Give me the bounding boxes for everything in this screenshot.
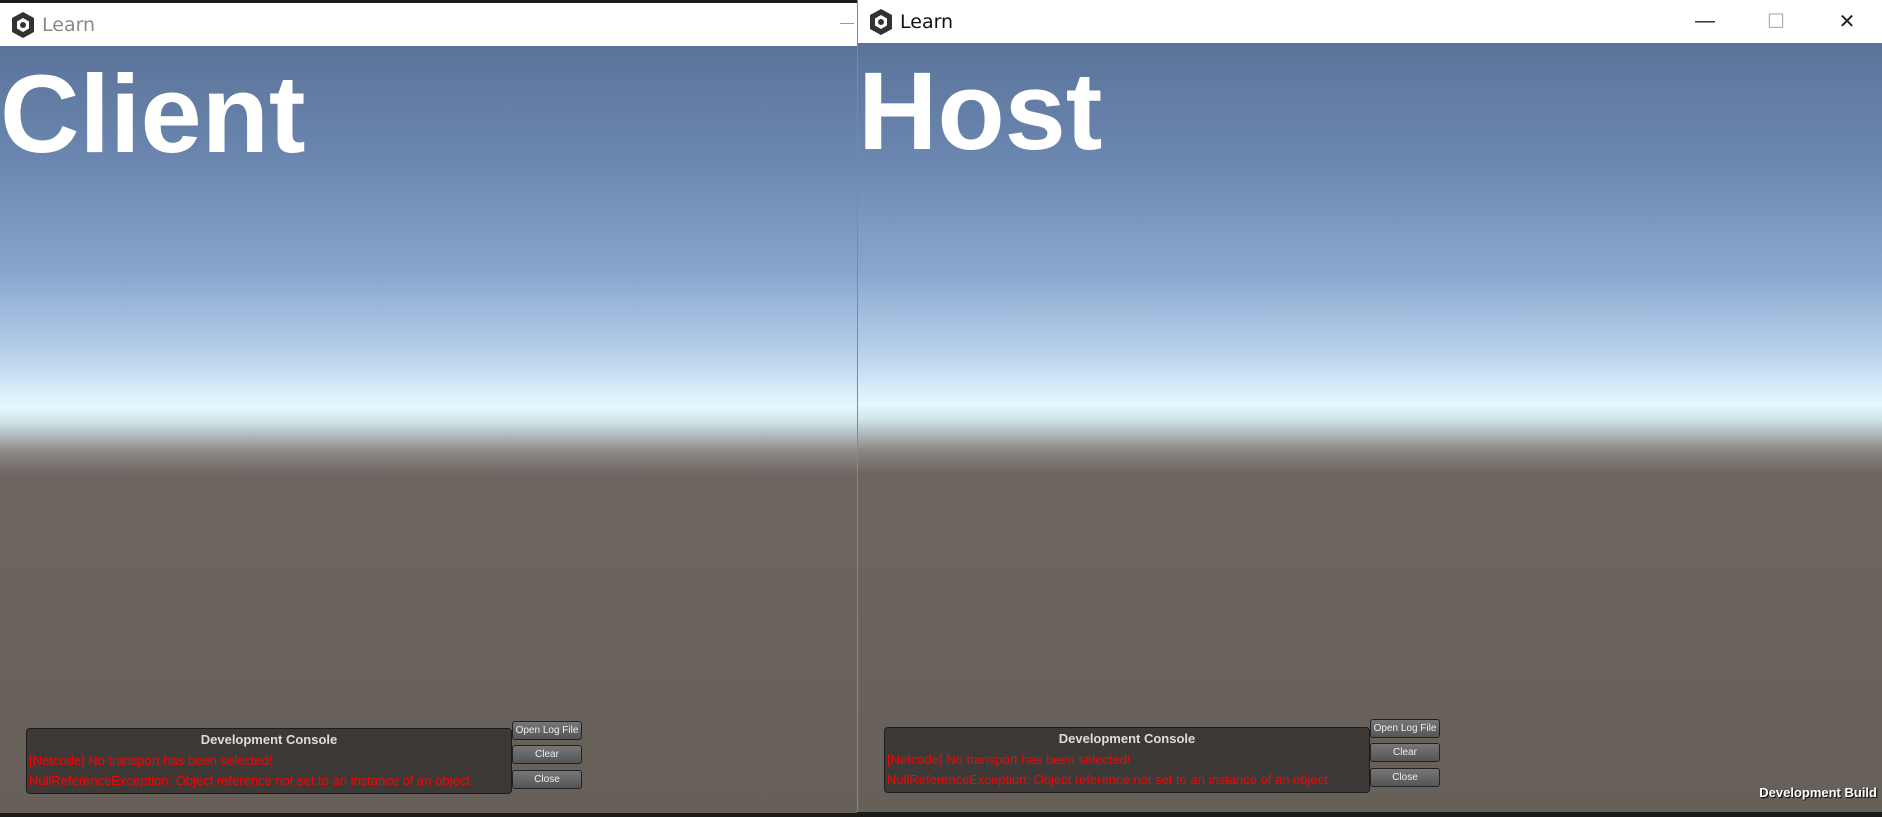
game-view: Host Development Console [Netcode] No tr… [858, 43, 1882, 812]
game-view: Client Development Console [Netcode] No … [0, 46, 857, 813]
unity-logo-icon [12, 11, 34, 38]
window-title: Learn [42, 13, 96, 36]
console-line: [Netcode] No transport has been selected… [887, 752, 1131, 767]
development-console: Development Console [Netcode] No transpo… [26, 728, 512, 794]
role-label: Client [0, 53, 306, 176]
title-bar[interactable]: Learn — ☐ ✕ [858, 0, 1882, 43]
unity-logo-icon [870, 8, 892, 35]
console-title: Development Console [1058, 731, 1196, 746]
development-console: Development Console [Netcode] No transpo… [884, 727, 1370, 793]
minimize-button[interactable] [840, 23, 854, 24]
console-line: [Netcode] No transport has been selected… [29, 753, 273, 768]
console-title: Development Console [200, 732, 338, 747]
development-build-watermark: Development Build [1759, 785, 1877, 800]
window-title: Learn [900, 10, 954, 33]
host-window[interactable]: Learn — ☐ ✕ Host Development Console [Ne… [857, 0, 1882, 812]
open-log-file-button[interactable]: Open Log File [512, 721, 582, 740]
close-button[interactable]: ✕ [1812, 0, 1882, 43]
clear-button[interactable]: Clear [512, 745, 582, 764]
minimize-button[interactable]: — [1670, 0, 1740, 43]
client-window[interactable]: Learn Client Development Console [Netcod… [0, 3, 857, 813]
close-console-button[interactable]: Close [1370, 768, 1440, 787]
title-bar[interactable]: Learn [0, 3, 857, 46]
console-line: NullReferenceException: Object reference… [29, 773, 470, 788]
role-label: Host [858, 50, 1103, 173]
maximize-button[interactable]: ☐ [1741, 0, 1811, 43]
close-console-button[interactable]: Close [512, 770, 582, 789]
open-log-file-button[interactable]: Open Log File [1370, 719, 1440, 738]
console-line: NullReferenceException: Object reference… [887, 772, 1328, 787]
clear-button[interactable]: Clear [1370, 743, 1440, 762]
